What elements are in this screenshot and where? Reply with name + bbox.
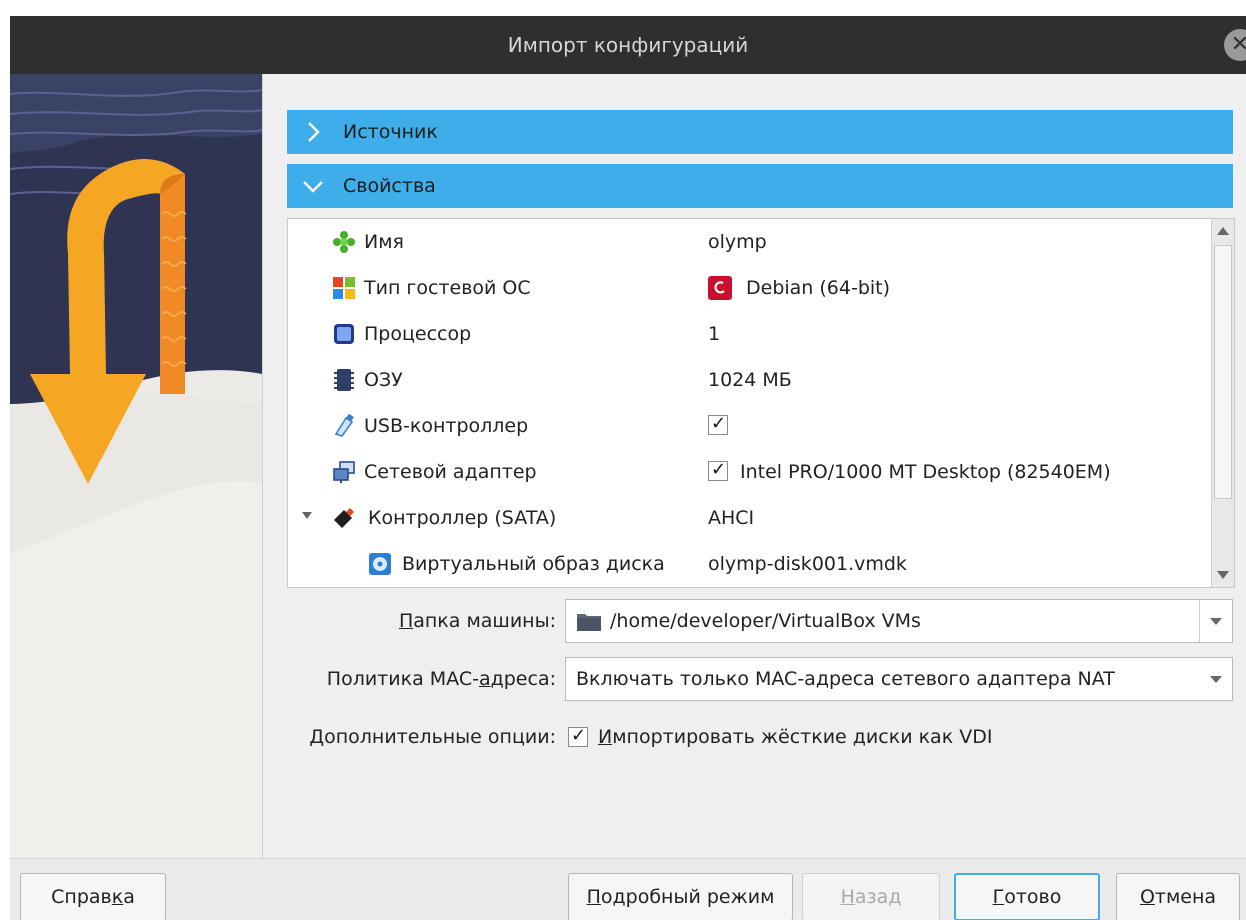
import-as-vdi-label[interactable]: Импортировать жёсткие диски как VDI <box>598 715 992 759</box>
property-row-sata-controller[interactable]: Контроллер (SATA) AHCI <box>288 495 1208 541</box>
chevron-right-icon <box>308 122 320 142</box>
property-name: Тип гостевой ОС <box>364 277 531 299</box>
os-type-icon <box>333 277 355 299</box>
property-row-usb[interactable]: USB-контроллер <box>288 403 1208 449</box>
machine-folder-combobox[interactable]: /home/developer/VirtualBox VMs <box>565 599 1233 643</box>
property-name: Сетевой адаптер <box>364 461 537 483</box>
puzzle-icon <box>333 231 355 253</box>
machine-folder-label: Папка машины: <box>398 610 556 632</box>
property-value[interactable]: AHCI <box>708 495 754 541</box>
title-bar: Импорт конфигураций ✕ <box>10 16 1246 74</box>
scroll-down-arrow-icon[interactable] <box>1217 571 1229 579</box>
property-name: USB-контроллер <box>364 415 529 437</box>
scrollbar-thumb[interactable] <box>1214 245 1232 499</box>
window-title: Импорт конфигураций <box>507 33 749 57</box>
property-row-name[interactable]: Имя olymp <box>288 219 1208 265</box>
property-name: ОЗУ <box>364 369 403 391</box>
property-row-os-type[interactable]: Тип гостевой ОС Debian (64-bit) <box>288 265 1208 311</box>
back-button[interactable]: Назад <box>802 873 940 920</box>
usb-icon <box>334 414 354 437</box>
mac-policy-label: Политика MAC-адреса: <box>326 668 556 690</box>
property-name: Контроллер (SATA) <box>368 507 557 529</box>
property-value[interactable]: Intel PRO/1000 MT Desktop (82540EM) <box>740 449 1111 495</box>
button-bar: Справка Подробный режим Назад Готово Отм… <box>10 858 1246 920</box>
property-row-network[interactable]: Сетевой адаптер Intel PRO/1000 MT Deskto… <box>288 449 1208 495</box>
additional-options-label: Дополнительные опции: <box>309 726 556 748</box>
chevron-down-icon <box>303 181 323 193</box>
scroll-up-arrow-icon[interactable] <box>1217 227 1229 235</box>
expert-mode-button[interactable]: Подробный режим <box>568 873 793 920</box>
mac-policy-value: Включать только MAC-адреса сетевого адап… <box>576 668 1115 690</box>
mac-policy-dropdown-icon[interactable] <box>1200 658 1232 700</box>
debian-icon <box>708 276 732 300</box>
import-appliance-dialog: Импорт конфигураций ✕ Источник Свойства … <box>10 16 1246 920</box>
machine-folder-value: /home/developer/VirtualBox VMs <box>610 610 921 632</box>
cpu-icon <box>334 324 354 344</box>
section-source-label: Источник <box>343 121 438 143</box>
property-value[interactable]: 1 <box>708 311 720 357</box>
mac-policy-combobox[interactable]: Включать только MAC-адреса сетевого адап… <box>565 657 1233 701</box>
appliance-properties-tree: Имя olymp Тип гостевой ОС Debian (64-bit… <box>287 218 1235 588</box>
finish-button[interactable]: Готово <box>954 873 1100 920</box>
property-value[interactable]: olymp-disk001.vmdk <box>708 541 907 587</box>
property-name: Процессор <box>364 323 472 345</box>
property-name: Имя <box>364 231 404 253</box>
folder-icon <box>577 614 601 631</box>
network-adapter-checkbox[interactable] <box>708 459 728 481</box>
cancel-button[interactable]: Отмена <box>1116 873 1240 920</box>
property-row-cpu[interactable]: Процессор 1 <box>288 311 1208 357</box>
property-row-disk-image[interactable]: Виртуальный образ диска olymp-disk001.vm… <box>288 541 1208 587</box>
section-properties-header[interactable]: Свойства <box>287 164 1233 208</box>
machine-folder-dropdown-icon[interactable] <box>1199 600 1232 642</box>
usb-controller-checkbox[interactable] <box>708 413 728 435</box>
wizard-illustration <box>10 74 263 858</box>
property-value[interactable]: 1024 МБ <box>708 357 792 403</box>
section-properties-label: Свойства <box>343 175 436 197</box>
tree-expand-arrow-icon[interactable] <box>302 512 312 519</box>
sata-controller-icon <box>334 508 354 528</box>
network-icon <box>333 461 355 483</box>
import-as-vdi-checkbox[interactable] <box>568 725 588 747</box>
ram-icon <box>334 369 354 391</box>
property-value[interactable]: Debian (64-bit) <box>746 265 890 311</box>
property-name: Виртуальный образ диска <box>402 553 665 575</box>
help-button[interactable]: Справка <box>20 873 166 920</box>
import-arrow-illustration-icon <box>10 74 262 858</box>
property-value[interactable]: olymp <box>708 219 767 265</box>
tree-vertical-scrollbar[interactable] <box>1211 219 1234 587</box>
disk-image-icon <box>369 553 391 575</box>
section-source-header[interactable]: Источник <box>287 110 1233 154</box>
property-row-ram[interactable]: ОЗУ 1024 МБ <box>288 357 1208 403</box>
